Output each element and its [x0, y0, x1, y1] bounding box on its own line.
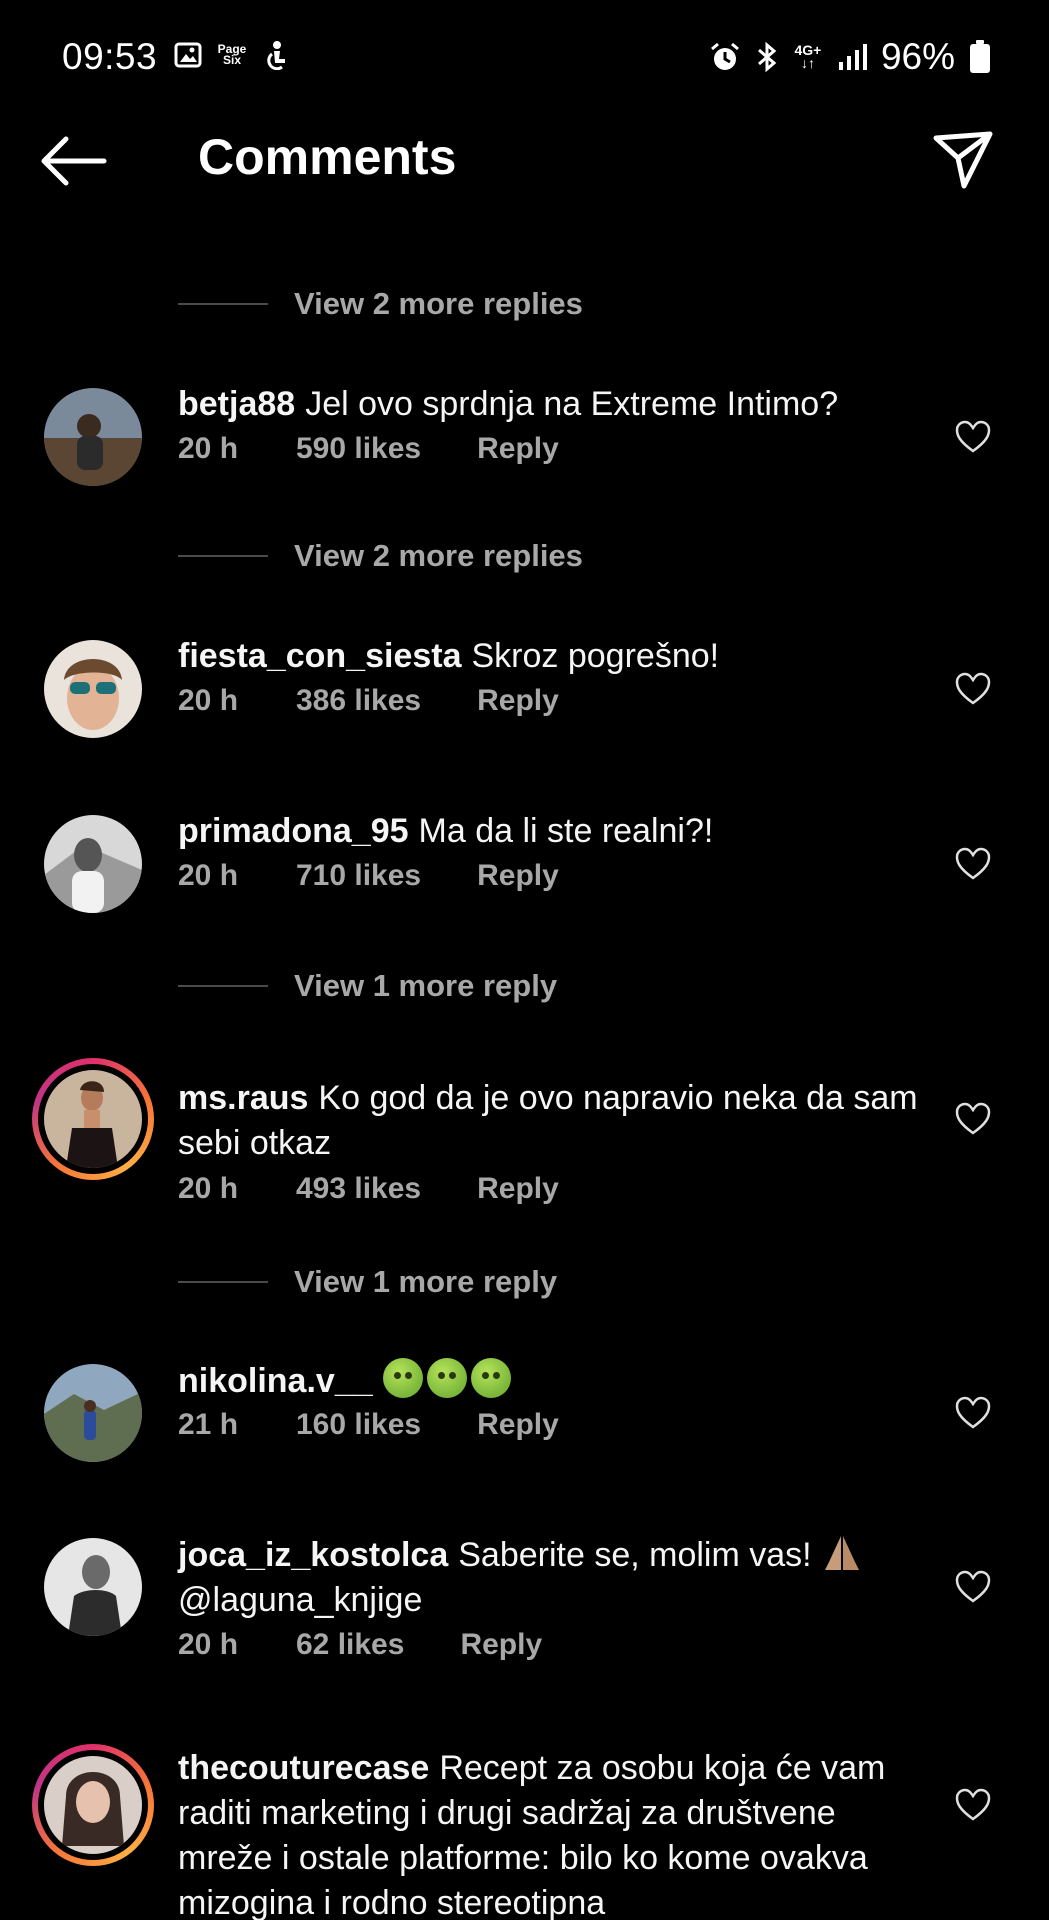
back-arrow-icon[interactable] [38, 134, 108, 188]
comment-meta: 20 h 710 likes Reply [178, 859, 559, 893]
profile-photo [44, 1070, 142, 1168]
nauseated-face-emoji [382, 1358, 423, 1398]
reply-button[interactable]: Reply [477, 684, 559, 718]
battery-icon [970, 40, 990, 73]
comment-time: 20 h [178, 432, 239, 465]
comment-meta: 20 h 386 likes Reply [178, 684, 559, 718]
view-replies-button[interactable]: View 2 more replies [178, 538, 583, 574]
comment-username[interactable]: betja88 [178, 385, 295, 423]
nauseated-face-emoji [426, 1358, 467, 1398]
system-status-icons: 4G+ ↓↑ 96% [709, 36, 991, 78]
signal-icon [838, 44, 867, 70]
comment-time: 20 h [178, 1172, 239, 1205]
comment-text: thecouturecase Recept za osobu koja će va… [178, 1746, 919, 1920]
divider-line [178, 303, 268, 305]
view-replies-label: View 2 more replies [294, 286, 583, 321]
comment-time: 21 h [178, 1408, 239, 1441]
heart-icon[interactable] [955, 1396, 991, 1430]
avatar-story-ring[interactable] [32, 1744, 154, 1866]
avatar[interactable] [44, 1538, 142, 1636]
comment-username[interactable]: fiesta_con_siesta [178, 637, 462, 675]
comment-likes[interactable]: 62 likes [296, 1628, 404, 1662]
view-replies-label: View 1 more reply [294, 1264, 558, 1299]
comment-text: betja88 Jel ovo sprdnja na Extreme Intimo… [178, 382, 919, 427]
accessibility-icon [267, 41, 285, 70]
comment-username[interactable]: joca_iz_kostolca [178, 1536, 448, 1574]
comment-time: 20 h [178, 1628, 239, 1661]
comment-username[interactable]: nikolina.v__ [178, 1362, 373, 1400]
comment-mention[interactable]: @laguna_knjige [178, 1581, 422, 1619]
view-replies-label: View 1 more reply [294, 968, 558, 1003]
comment-text: nikolina.v__ [178, 1358, 919, 1404]
gallery-icon [174, 42, 202, 68]
divider-line [178, 985, 268, 987]
comment-content: Skroz pogrešno! [471, 637, 720, 675]
comment-username[interactable]: ms.raus [178, 1079, 308, 1117]
profile-photo [44, 1364, 142, 1462]
comment-likes[interactable]: 710 likes [296, 859, 421, 893]
comment-meta: 20 h 493 likes Reply [178, 1172, 559, 1206]
page-six-icon: Page Six [217, 42, 247, 67]
avatar[interactable] [44, 1364, 142, 1462]
avatar[interactable] [44, 388, 142, 486]
avatar-story-ring[interactable] [32, 1058, 154, 1180]
comment-username[interactable]: thecouturecase [178, 1749, 429, 1787]
avatar[interactable] [44, 640, 142, 738]
network-type-icon: 4G+ ↓↑ [794, 42, 822, 71]
heart-icon[interactable] [955, 847, 991, 881]
heart-icon[interactable] [955, 420, 991, 454]
heart-icon[interactable] [955, 1570, 991, 1604]
profile-photo [44, 640, 142, 738]
header: Comments [0, 110, 1049, 210]
comment-meta: 21 h 160 likes Reply [178, 1408, 559, 1442]
view-replies-label: View 2 more replies [294, 538, 583, 573]
comment-likes[interactable]: 493 likes [296, 1172, 421, 1206]
page-title: Comments [198, 129, 457, 185]
comment-meta: 20 h 590 likes Reply [178, 432, 559, 466]
status-time: 09:53 [62, 36, 158, 77]
comments-screen: 09:53 Page Six 4G+ ↓↑ 96% Comments View … [0, 0, 1049, 1920]
view-replies-button[interactable]: View 1 more reply [178, 1264, 557, 1300]
comment-content: Ma da li ste realni?! [418, 812, 714, 850]
comment-text: fiesta_con_siesta Skroz pogrešno! [178, 634, 919, 679]
view-replies-button[interactable]: View 1 more reply [178, 968, 557, 1004]
comment-likes[interactable]: 160 likes [296, 1408, 421, 1442]
profile-photo [44, 1538, 142, 1636]
reply-button[interactable]: Reply [477, 1172, 559, 1206]
view-replies-button[interactable]: View 2 more replies [178, 286, 583, 322]
heart-icon[interactable] [955, 1102, 991, 1136]
comment-likes[interactable]: 386 likes [296, 684, 421, 718]
divider-line [178, 1281, 268, 1283]
reply-button[interactable]: Reply [477, 432, 559, 466]
profile-photo [44, 815, 142, 913]
comment-content: Saberite se, molim vas! [458, 1536, 812, 1574]
reply-button[interactable]: Reply [477, 1408, 559, 1442]
comment-text: joca_iz_kostolca Saberite se, molim vas! … [178, 1532, 919, 1623]
send-icon[interactable] [932, 128, 994, 190]
heart-icon[interactable] [955, 672, 991, 706]
divider-line [178, 555, 268, 557]
notification-icons: Page Six [174, 40, 290, 70]
reply-button[interactable]: Reply [460, 1628, 542, 1662]
folded-hands-emoji [825, 1536, 860, 1570]
alarm-icon [710, 42, 739, 70]
profile-photo [44, 388, 142, 486]
nauseated-face-emoji [470, 1358, 511, 1398]
bluetooth-icon [757, 41, 777, 73]
comment-text: primadona_95 Ma da li ste realni?! [178, 809, 919, 854]
battery-percent: 96% [880, 36, 955, 77]
profile-photo [44, 1756, 142, 1854]
status-bar: 09:53 Page Six 4G+ ↓↑ 96% [0, 0, 1049, 110]
comment-time: 20 h [178, 684, 239, 717]
comment-text: ms.raus Ko god da je ovo napravio neka da… [178, 1076, 919, 1166]
comment-content: Jel ovo sprdnja na Extreme Intimo? [305, 385, 839, 423]
comment-time: 20 h [178, 859, 239, 892]
comment-meta: 20 h 62 likes Reply [178, 1628, 542, 1662]
comment-likes[interactable]: 590 likes [296, 432, 421, 466]
avatar[interactable] [44, 815, 142, 913]
comment-username[interactable]: primadona_95 [178, 812, 409, 850]
heart-icon[interactable] [955, 1788, 991, 1822]
reply-button[interactable]: Reply [477, 859, 559, 893]
